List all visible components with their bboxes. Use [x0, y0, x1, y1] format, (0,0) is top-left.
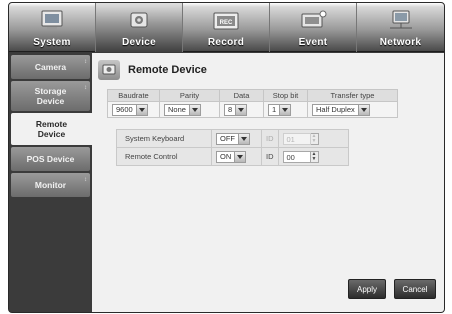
main-panel: Remote Device Baudrate Parity Data Stop … — [92, 53, 444, 312]
select-value: OFF — [220, 134, 235, 143]
transfer-type-select[interactable]: Half Duplex — [312, 103, 370, 116]
baudrate-select[interactable]: 9600 — [112, 103, 148, 116]
column-header-stop-bit: Stop bit — [263, 89, 308, 102]
select-value: Half Duplex — [316, 105, 355, 114]
chevron-down-icon[interactable] — [238, 133, 249, 144]
data-bits-select[interactable]: 8 — [224, 103, 248, 116]
table-cell: 9600 — [107, 101, 160, 118]
column-header-transfer-type: Transfer type — [307, 89, 398, 102]
tab-label: Network — [379, 37, 422, 48]
serial-settings-table: Baudrate Parity Data Stop bit Transfer t… — [107, 89, 398, 118]
id-label: ID — [261, 147, 279, 166]
cancel-button[interactable]: Cancel — [394, 279, 436, 299]
tab-label: Event — [298, 37, 328, 48]
sidebar-item-label: Camera — [34, 62, 67, 72]
panel-header: Remote Device — [98, 59, 207, 81]
stop-bit-select[interactable]: 1 — [268, 103, 292, 116]
table-cell: Half Duplex — [307, 101, 398, 118]
stepper-value: 01 — [282, 132, 311, 145]
table-row: System Keyboard OFF ID 01 ▲ ▼ — [116, 129, 349, 148]
tab-label: System — [33, 37, 71, 48]
expand-marker-icon: ↕ — [84, 85, 87, 91]
apply-button[interactable]: Apply — [348, 279, 386, 299]
table-cell: 8 — [219, 101, 264, 118]
table-cell: 01 ▲ ▼ — [277, 129, 349, 148]
table-row: Remote Control ON ID 00 ▲ ▼ — [116, 147, 349, 166]
stepper-down-icon[interactable]: ▼ — [311, 138, 318, 144]
event-alarm-icon — [301, 10, 327, 28]
chevron-down-icon[interactable] — [357, 104, 369, 115]
svg-text:REC: REC — [220, 20, 233, 26]
chevron-down-icon[interactable] — [188, 104, 200, 115]
top-tab-bar: System Device REC Record Event Network — [9, 3, 444, 52]
keyboard-id-stepper[interactable]: 01 ▲ ▼ — [282, 132, 319, 145]
sidebar-item-label: POS Device — [26, 154, 75, 164]
expand-marker-icon: ↕ — [84, 59, 87, 65]
table-cell: 1 — [263, 101, 308, 118]
sidebar-item-monitor[interactable]: Monitor ↕ — [11, 173, 90, 197]
table-cell: 00 ▲ ▼ — [277, 147, 349, 166]
settings-window: System Device REC Record Event Network C… — [8, 2, 445, 313]
chevron-down-icon[interactable] — [135, 104, 147, 115]
chevron-down-icon[interactable] — [234, 151, 246, 162]
select-value: 8 — [228, 105, 233, 114]
device-camera-icon — [130, 12, 148, 28]
expand-marker-icon: ↕ — [84, 177, 87, 183]
chevron-down-icon[interactable] — [235, 104, 247, 115]
sidebar-item-label: Remote Device — [35, 119, 68, 139]
remote-options-table: System Keyboard OFF ID 01 ▲ ▼ Remote Cont… — [116, 129, 349, 166]
record-rec-icon: REC — [213, 12, 239, 30]
chevron-down-icon[interactable] — [279, 104, 291, 115]
tab-label: Record — [207, 37, 245, 48]
stepper-value: 00 — [282, 150, 311, 163]
table-row: 9600 None 8 1 Half Duplex — [107, 101, 398, 118]
option-label: Remote Control — [116, 147, 212, 166]
tab-event[interactable]: Event — [270, 3, 357, 52]
remote-control-select[interactable]: ON — [216, 150, 247, 163]
select-value: None — [168, 105, 186, 114]
stepper-down-icon[interactable]: ▼ — [311, 156, 318, 162]
sidebar-item-pos-device[interactable]: POS Device — [11, 147, 90, 171]
column-header-baudrate: Baudrate — [107, 89, 160, 102]
sidebar-item-label: Storage Device — [34, 86, 67, 106]
sidebar-item-remote-device[interactable]: Remote Device — [11, 113, 92, 145]
select-value: 1 — [272, 105, 277, 114]
table-cell: OFF — [211, 129, 262, 148]
sidebar-item-camera[interactable]: Camera ↕ — [11, 55, 90, 79]
sidebar-item-storage-device[interactable]: Storage Device ↕ — [11, 81, 90, 111]
system-monitor-icon — [41, 10, 63, 30]
parity-select[interactable]: None — [164, 103, 201, 116]
option-label: System Keyboard — [116, 129, 212, 148]
remote-id-stepper[interactable]: 00 ▲ ▼ — [282, 150, 319, 163]
tab-label: Device — [121, 37, 157, 48]
table-cell: None — [159, 101, 220, 118]
page-title: Remote Device — [128, 64, 207, 76]
network-computer-icon — [389, 10, 412, 29]
select-value: 9600 — [116, 105, 133, 114]
sidebar-item-label: Monitor — [34, 180, 67, 190]
tab-system[interactable]: System — [9, 3, 96, 52]
table-cell: ON — [211, 147, 262, 166]
remote-device-icon — [98, 60, 120, 80]
tab-record[interactable]: REC Record — [183, 3, 270, 52]
id-label: ID — [261, 129, 279, 148]
system-keyboard-select[interactable]: OFF — [216, 132, 250, 145]
column-header-parity: Parity — [159, 89, 220, 102]
column-header-data: Data — [219, 89, 264, 102]
table-header-row: Baudrate Parity Data Stop bit Transfer t… — [107, 89, 398, 102]
select-value: ON — [220, 152, 232, 161]
sidebar: Camera ↕ Storage Device ↕ Remote Device … — [9, 53, 92, 312]
tab-network[interactable]: Network — [357, 3, 444, 52]
tab-device[interactable]: Device — [96, 3, 183, 52]
